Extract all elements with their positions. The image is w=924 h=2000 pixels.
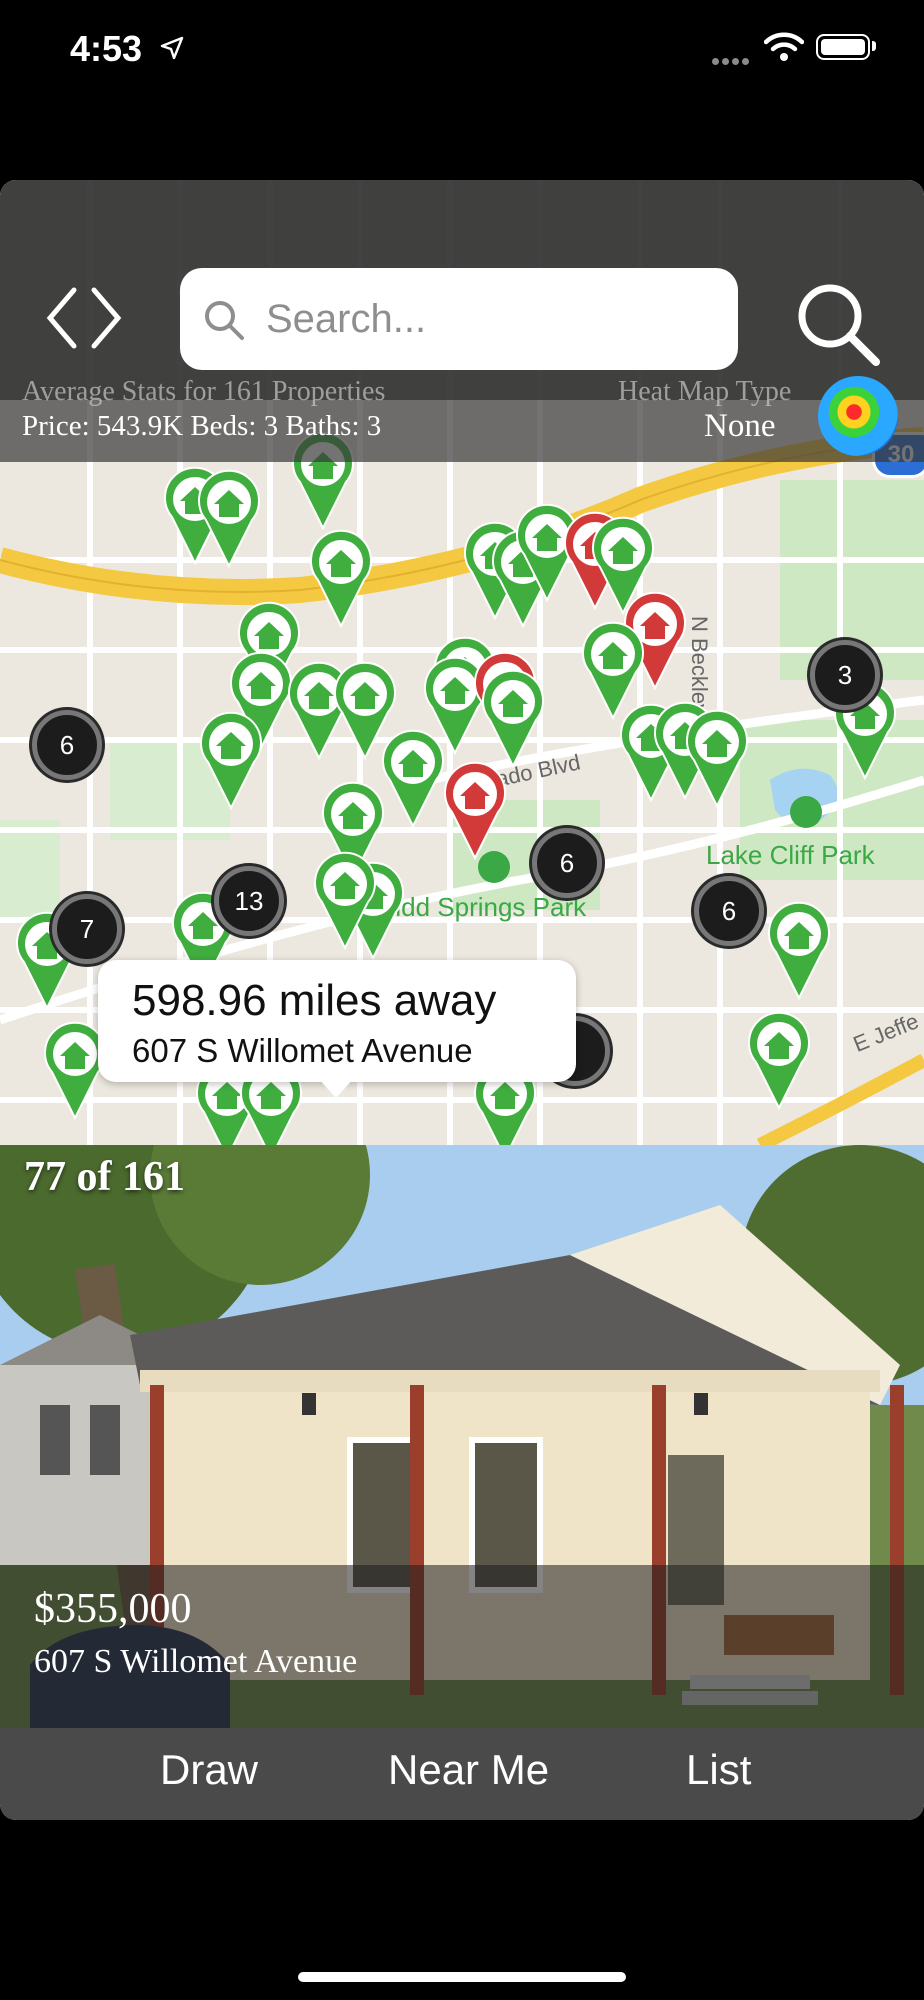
cluster-marker[interactable]: 6 [32, 710, 102, 780]
stats-title: Average Stats for 161 Properties [22, 376, 386, 407]
photo-counter: 77 of 161 [24, 1154, 185, 1200]
map-view[interactable]: Lake Cliff Park Kidd Springs Park N Beck… [0, 180, 924, 1145]
home-indicator [298, 1972, 626, 1982]
app-card: Lake Cliff Park Kidd Springs Park N Beck… [0, 180, 924, 1820]
property-pin-green[interactable] [682, 708, 752, 808]
location-arrow-icon [160, 36, 184, 60]
cluster-marker[interactable]: 6 [694, 876, 764, 946]
listing-address: 607 S Willomet Avenue [34, 1643, 358, 1680]
property-pin-green[interactable] [310, 850, 380, 950]
near-me-button[interactable]: Near Me [388, 1746, 549, 1794]
callout-address: 607 S Willomet Avenue [132, 1032, 473, 1069]
bottom-toolbar: Draw Near Me List [0, 1728, 924, 1820]
park-label-lake-cliff: Lake Cliff Park [706, 840, 875, 870]
property-pin-green[interactable] [378, 728, 448, 828]
map-callout[interactable]: 598.96 miles away 607 S Willomet Avenue [98, 960, 576, 1082]
battery-tip [872, 41, 876, 51]
cluster-marker[interactable]: 7 [52, 894, 122, 964]
battery-icon [816, 34, 870, 60]
cluster-marker[interactable]: 13 [214, 866, 284, 936]
property-pin-green[interactable] [196, 710, 266, 810]
stats-summary: Price: 543.9K Beds: 3 Baths: 3 [22, 410, 382, 442]
listing-info-band: $355,000 607 S Willomet Avenue [0, 1565, 924, 1728]
property-pin-green[interactable] [478, 668, 548, 768]
property-pin-green[interactable] [764, 900, 834, 1000]
callout-distance: 598.96 miles away [132, 976, 497, 1025]
park-label-kidd-springs: Kidd Springs Park [378, 892, 587, 922]
listing-price: $355,000 [34, 1586, 192, 1632]
listing-photo[interactable]: 77 of 161 $355,000 607 S Willomet Avenue [0, 1145, 924, 1728]
cellular-signal-icon [712, 52, 752, 70]
callout-tail [318, 1078, 354, 1098]
property-pin-green[interactable] [744, 1010, 814, 1110]
heatmap-icon[interactable] [818, 376, 898, 456]
list-button[interactable]: List [686, 1746, 751, 1794]
search-button-icon[interactable] [790, 276, 890, 376]
property-pin-green[interactable] [194, 468, 264, 568]
cluster-marker[interactable]: 3 [810, 640, 880, 710]
search-input[interactable] [264, 288, 708, 350]
status-time: 4:53 [70, 28, 143, 69]
stats-bar: Average Stats for 161 Properties Price: … [0, 376, 924, 462]
search-icon [205, 301, 244, 340]
property-pin-red[interactable] [440, 760, 510, 860]
property-pin-green[interactable] [306, 528, 376, 628]
wifi-icon [764, 32, 804, 61]
cluster-marker[interactable]: 6 [532, 828, 602, 898]
heatmap-type-label: Heat Map Type [618, 376, 792, 407]
draw-button[interactable]: Draw [160, 1746, 258, 1794]
code-toggle-icon[interactable] [44, 286, 124, 350]
heatmap-type-value[interactable]: None [704, 408, 775, 445]
top-header [0, 180, 924, 400]
search-bar[interactable] [180, 268, 738, 370]
